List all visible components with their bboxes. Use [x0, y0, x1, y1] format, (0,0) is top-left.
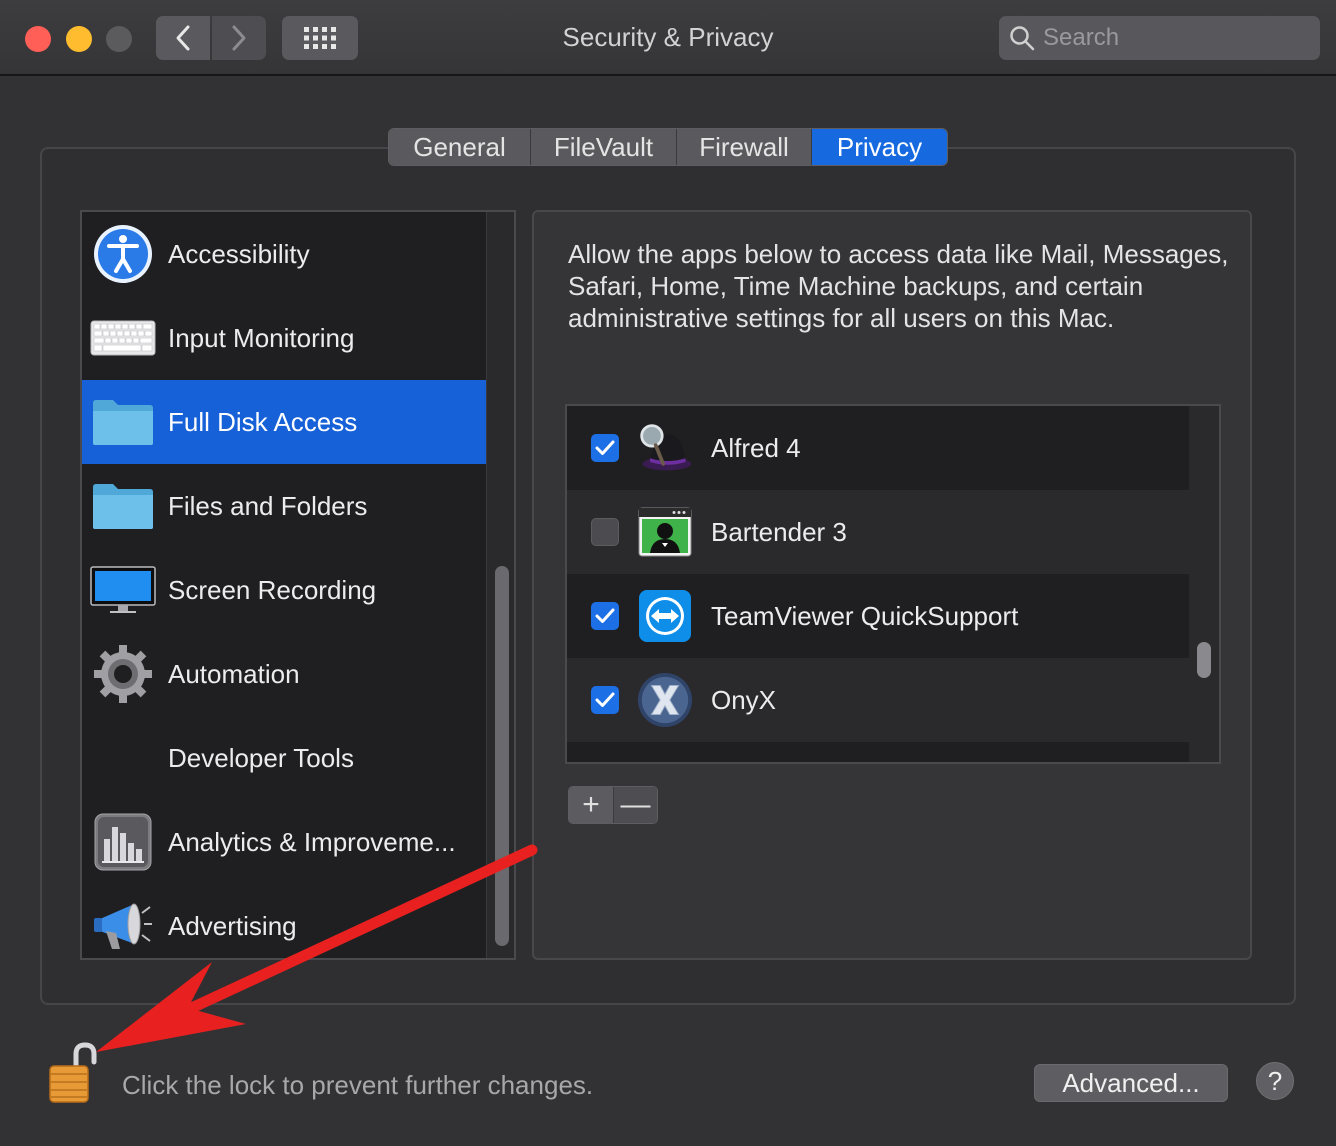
app-label: OnyX [711, 684, 777, 715]
grid-icon [304, 27, 336, 49]
remove-app-button[interactable]: — [612, 787, 657, 823]
search-icon [1010, 26, 1035, 51]
sidebar-item-input-monitoring[interactable]: Input Monitoring [82, 296, 486, 380]
app-list-scroll-thumb[interactable] [1197, 642, 1211, 678]
sidebar-item-developer-tools[interactable]: Developer Tools [82, 716, 486, 800]
lock-status-text: Click the lock to prevent further change… [122, 1070, 594, 1100]
sidebar-item-accessibility[interactable]: Accessibility [82, 212, 486, 296]
sidebar-item-label: Screen Recording [168, 574, 377, 605]
privacy-category-list: Accessibility Input Monitoring Full Disk… [80, 210, 516, 960]
tab-privacy[interactable]: Privacy [812, 129, 947, 165]
tab-filevault[interactable]: FileVault [531, 129, 677, 165]
app-checkbox-alfred[interactable] [591, 434, 619, 462]
forward-button[interactable] [212, 16, 266, 60]
chevron-right-icon [232, 25, 246, 51]
help-button[interactable]: ? [1256, 1062, 1294, 1100]
chevron-left-icon [176, 25, 190, 51]
folder-icon [90, 389, 156, 455]
sidebar-item-advertising[interactable]: Advertising [82, 884, 486, 958]
advanced-button[interactable]: Advanced... [1034, 1064, 1228, 1102]
minimize-button[interactable] [66, 26, 92, 52]
accessibility-icon [90, 221, 156, 287]
checkmark-icon [595, 692, 615, 707]
app-checkbox-bartender[interactable] [591, 518, 619, 546]
app-label: TeamViewer QuickSupport [711, 600, 1019, 631]
search-placeholder: Search [1043, 24, 1120, 51]
app-row-onyx[interactable]: OnyX [567, 658, 1189, 742]
app-checkbox-onyx[interactable] [591, 686, 619, 714]
sidebar-item-label: Files and Folders [168, 490, 368, 521]
app-checkbox-teamviewer[interactable] [591, 602, 619, 630]
bar-chart-icon [90, 809, 156, 875]
app-row-bartender[interactable]: Bartender 3 [567, 490, 1189, 574]
sidebar-item-label: Developer Tools [168, 742, 354, 773]
show-all-button[interactable] [282, 16, 358, 60]
security-privacy-window: Security & Privacy Search General FileVa… [0, 0, 1336, 1146]
full-disk-access-description: Allow the apps below to access data like… [568, 239, 1229, 333]
app-list: Alfred 4 Bartender 3 TeamViewer QuickSup… [565, 404, 1221, 764]
sidebar-item-screen-recording[interactable]: Screen Recording [82, 548, 486, 632]
app-label: Alfred 4 [711, 432, 801, 463]
close-button[interactable] [25, 26, 51, 52]
window-title: Security & Privacy [562, 22, 774, 52]
app-row-teamviewer[interactable]: TeamViewer QuickSupport [567, 574, 1189, 658]
sidebar-item-label: Full Disk Access [168, 406, 358, 437]
sidebar-item-label: Accessibility [168, 238, 310, 269]
app-label: Bartender 3 [711, 516, 847, 547]
add-app-button[interactable]: + [569, 787, 613, 823]
back-button[interactable] [156, 16, 210, 60]
tab-firewall[interactable]: Firewall [677, 129, 812, 165]
app-list-scrollbar[interactable] [1189, 406, 1219, 762]
sidebar-item-label: Analytics & Improveme... [168, 826, 456, 857]
sidebar-item-label: Advertising [168, 910, 297, 941]
add-remove-control: + — [568, 786, 658, 824]
sidebar-item-automation[interactable]: Automation [82, 632, 486, 716]
keyboard-icon [90, 305, 156, 371]
sidebar-item-files-and-folders[interactable]: Files and Folders [82, 464, 486, 548]
tab-bar: General FileVault Firewall Privacy [388, 128, 948, 166]
sidebar-item-label: Input Monitoring [168, 322, 355, 353]
onyx-icon [637, 672, 693, 728]
teamviewer-icon [637, 588, 693, 644]
lock-icon[interactable] [46, 1042, 100, 1104]
app-row-partial[interactable] [567, 742, 1189, 762]
checkmark-icon [595, 440, 615, 455]
gear-icon [90, 641, 156, 707]
display-icon [90, 557, 156, 623]
zoom-button[interactable] [106, 26, 132, 52]
tab-general[interactable]: General [389, 129, 531, 165]
sidebar-item-label: Automation [168, 658, 300, 689]
megaphone-icon [90, 893, 156, 958]
sidebar-scrollbar[interactable] [486, 212, 514, 958]
checkmark-icon [595, 608, 615, 623]
app-row-alfred[interactable]: Alfred 4 [567, 406, 1189, 490]
titlebar: Security & Privacy Search [0, 0, 1336, 76]
alfred-icon [637, 420, 693, 476]
folder-icon [90, 473, 156, 539]
sidebar-item-analytics[interactable]: Analytics & Improveme... [82, 800, 486, 884]
sidebar-item-full-disk-access[interactable]: Full Disk Access [82, 380, 486, 464]
sidebar-scroll-thumb[interactable] [495, 566, 509, 946]
search-field[interactable]: Search [999, 16, 1320, 60]
bartender-icon [637, 504, 693, 560]
